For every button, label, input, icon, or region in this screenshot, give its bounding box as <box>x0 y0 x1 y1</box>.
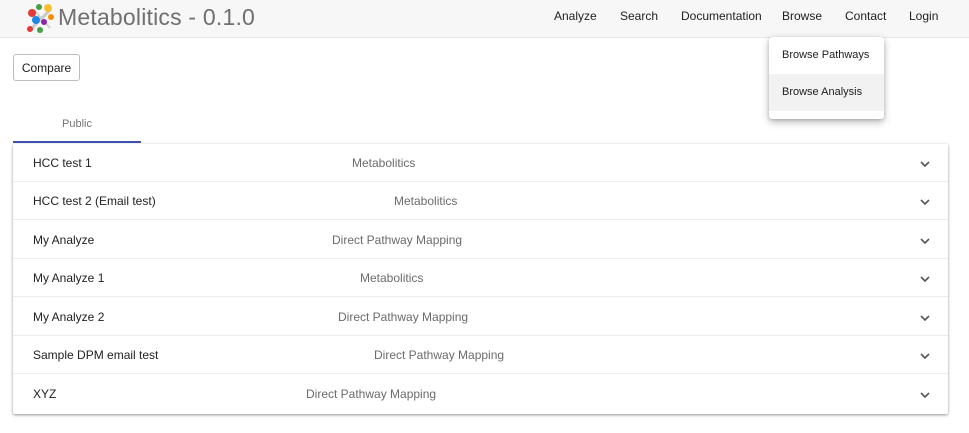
analysis-name: My Analyze <box>33 233 95 247</box>
analysis-row[interactable]: My Analyze Direct Pathway Mapping <box>13 221 948 259</box>
analysis-name: HCC test 1 <box>33 156 92 170</box>
tab-public-label: Public <box>62 118 92 130</box>
menu-item-label: Browse Analysis <box>782 86 863 98</box>
menu-item-browse-pathways[interactable]: Browse Pathways <box>769 37 884 74</box>
analysis-method: Metabolitics <box>360 271 424 285</box>
compare-button[interactable]: Compare <box>13 54 80 81</box>
chevron-down-icon[interactable] <box>918 272 932 286</box>
analysis-name: HCC test 2 (Email test) <box>33 194 156 208</box>
nav-search[interactable]: Search <box>620 9 658 23</box>
nav-documentation[interactable]: Documentation <box>681 9 762 23</box>
analysis-method: Direct Pathway Mapping <box>374 348 505 362</box>
analysis-row[interactable]: My Analyze 2 Direct Pathway Mapping <box>13 298 948 336</box>
analysis-row[interactable]: My Analyze 1 Metabolitics <box>13 259 948 297</box>
menu-item-label: Browse Pathways <box>782 49 870 61</box>
nav-contact[interactable]: Contact <box>845 9 886 23</box>
analysis-row[interactable]: HCC test 2 (Email test) Metabolitics <box>13 182 948 220</box>
chevron-down-icon[interactable] <box>918 195 932 209</box>
analysis-method: Direct Pathway Mapping <box>332 233 463 247</box>
menu-item-browse-analysis[interactable]: Browse Analysis <box>769 74 884 111</box>
analysis-name: XYZ <box>33 387 57 401</box>
analysis-method: Direct Pathway Mapping <box>338 310 469 324</box>
chevron-down-icon[interactable] <box>918 311 932 325</box>
analysis-row[interactable]: Sample DPM email test Direct Pathway Map… <box>13 336 948 374</box>
analysis-method: Metabolitics <box>352 156 416 170</box>
analysis-method: Direct Pathway Mapping <box>306 387 437 401</box>
analysis-name: My Analyze 1 <box>33 271 105 285</box>
chevron-down-icon[interactable] <box>918 388 932 402</box>
chevron-down-icon[interactable] <box>918 349 932 363</box>
analysis-row[interactable]: HCC test 1 Metabolitics <box>13 144 948 182</box>
app-title[interactable]: Metabolitics - 0.1.0 <box>58 4 255 31</box>
analysis-list: HCC test 1 Metabolitics HCC test 2 (Emai… <box>13 144 948 414</box>
chevron-down-icon[interactable] <box>918 234 932 248</box>
chevron-down-icon[interactable] <box>918 157 932 171</box>
analysis-row[interactable]: XYZ Direct Pathway Mapping <box>13 375 948 413</box>
analysis-name: My Analyze 2 <box>33 310 105 324</box>
molecule-logo-icon[interactable] <box>24 2 58 36</box>
nav-analyze[interactable]: Analyze <box>554 9 597 23</box>
top-navbar: Metabolitics - 0.1.0 Analyze Search Docu… <box>0 0 969 38</box>
browse-dropdown-menu: Browse Pathways Browse Analysis <box>769 37 884 119</box>
analysis-name: Sample DPM email test <box>33 348 159 362</box>
analysis-method: Metabolitics <box>394 194 458 208</box>
tab-public[interactable]: Public <box>13 108 141 143</box>
nav-login[interactable]: Login <box>909 9 938 23</box>
nav-browse[interactable]: Browse <box>782 9 822 23</box>
